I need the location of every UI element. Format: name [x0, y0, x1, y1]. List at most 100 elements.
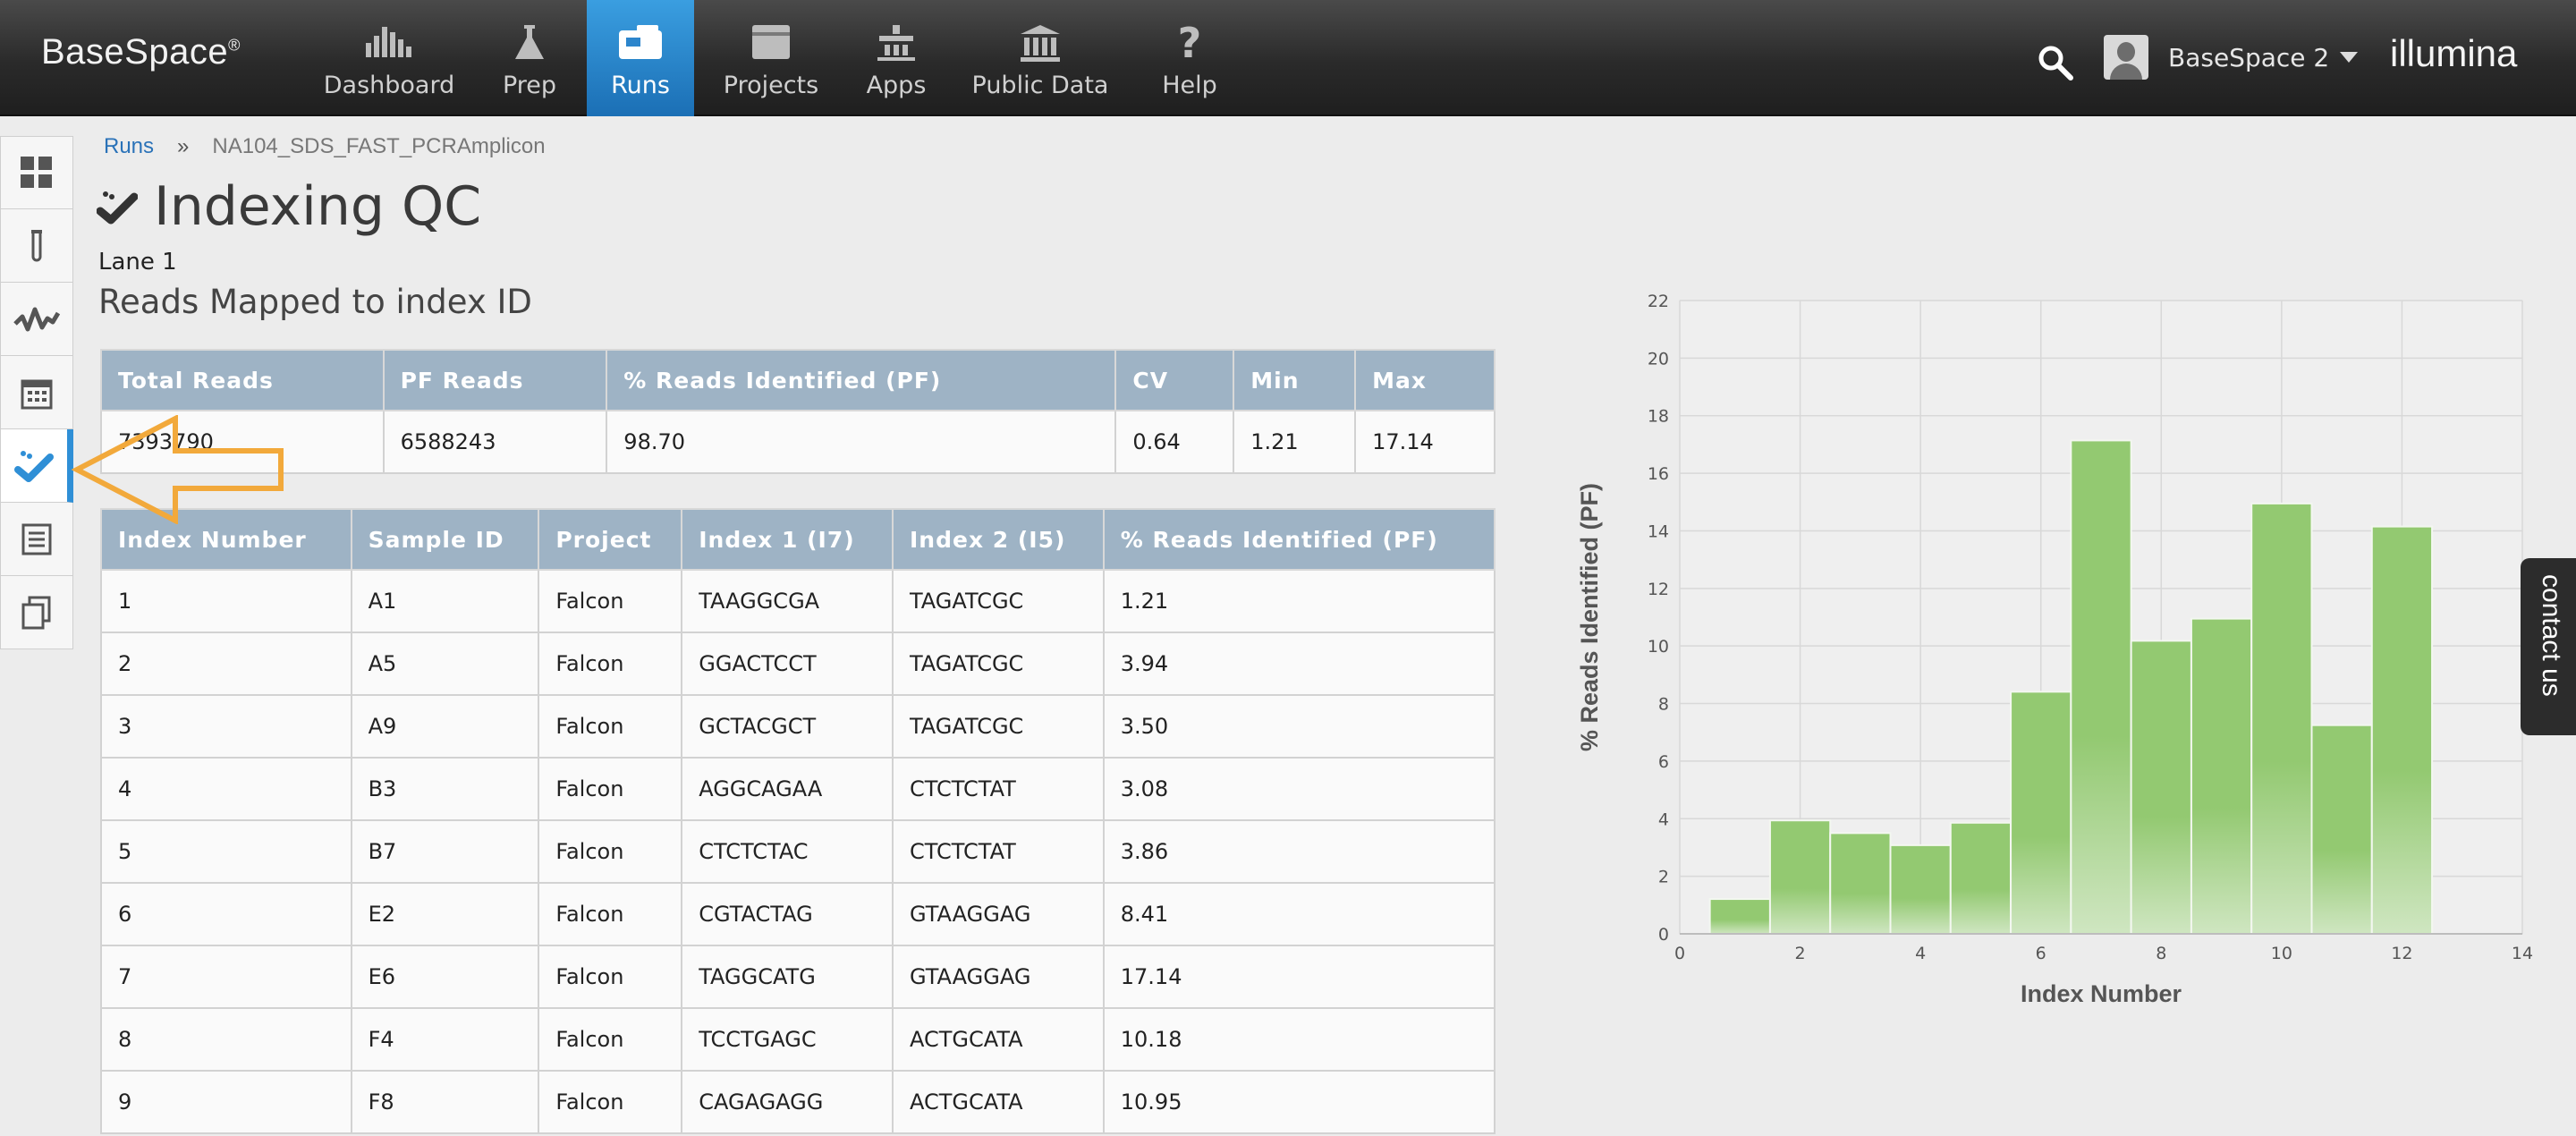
reads-identified-chart: 0 2 4 6 8 10 12 14 16 18 20 22 0 2 4 6 8 10 12 14 Index Numb… — [1576, 292, 2533, 1007]
table-cell: CTCTCTAT — [892, 819, 1105, 884]
column-header: Min — [1233, 349, 1357, 411]
column-header: Max — [1354, 349, 1496, 411]
nav-label: Public Data — [971, 72, 1109, 99]
building-icon — [1021, 25, 1060, 62]
column-header: % Reads Identified (PF) — [1102, 508, 1496, 571]
avatar — [2104, 35, 2148, 80]
table-cell: 1 — [100, 569, 352, 633]
table-cell: TAGATCGC — [892, 694, 1105, 759]
table-cell: 98.70 — [606, 410, 1117, 474]
y-tick-label: 10 — [1648, 637, 1669, 657]
table-cell: CTCTCTAC — [681, 819, 894, 884]
breadcrumb-runs-link[interactable]: Runs — [104, 134, 154, 158]
sidebar-item-charts[interactable] — [0, 283, 73, 356]
basespace-logo[interactable]: BaseSpace® — [41, 32, 241, 72]
nav-prep[interactable]: Prep — [483, 0, 576, 116]
sidebar-item-files[interactable] — [0, 576, 73, 649]
annotation-arrow — [71, 415, 284, 524]
left-sidebar — [0, 136, 73, 649]
table-row: 3 A9 Falcon GCTACGCT TAGATCGC 3.50 — [100, 694, 1496, 759]
table-cell: E6 — [350, 945, 540, 1009]
nav-label: Prep — [502, 72, 557, 99]
table-row: 6 E2 Falcon CGTACTAG GTAAGGAG 8.41 — [100, 882, 1496, 946]
user-menu[interactable]: BaseSpace 2 — [2104, 34, 2359, 81]
table-cell: 10.95 — [1102, 1070, 1496, 1134]
table-row: 8 F4 Falcon TCCTGAGC ACTGCATA 10.18 — [100, 1007, 1496, 1072]
table-cell: GTAAGGAG — [892, 882, 1105, 946]
table-cell: 1.21 — [1233, 410, 1357, 474]
search-icon[interactable] — [2036, 43, 2075, 82]
lane-label: Lane 1 — [98, 249, 177, 276]
nav-public-data[interactable]: Public Data — [966, 0, 1114, 116]
summary-header-row: Total Reads PF Reads% Reads Identified (P… — [100, 349, 1496, 411]
question-icon: ? — [1177, 19, 1202, 67]
table-cell: Falcon — [538, 945, 683, 1009]
chart-bar — [2070, 439, 2132, 936]
breadcrumb-separator: » — [177, 134, 190, 158]
table-cell: ACTGCATA — [892, 1070, 1105, 1134]
chart-bar — [1768, 819, 1832, 935]
table-cell: 5 — [100, 819, 352, 884]
table-cell: 2 — [100, 632, 352, 696]
table-cell: 17.14 — [1354, 410, 1496, 474]
chart-bar — [2370, 525, 2434, 935]
table-cell: TAGATCGC — [892, 569, 1105, 633]
table-cell: AGGCAGAA — [681, 757, 894, 821]
nav-dashboard[interactable]: Dashboard — [322, 0, 456, 116]
nav-label: Apps — [866, 72, 927, 99]
sidebar-item-summary[interactable] — [0, 136, 73, 209]
column-header: Index 2 (I5) — [892, 508, 1105, 571]
sidebar-item-metrics[interactable] — [0, 356, 73, 429]
chart-bar — [2190, 617, 2253, 935]
folder-icon — [752, 25, 790, 59]
table-cell: CGTACTAG — [681, 882, 894, 946]
table-cell: Falcon — [538, 569, 683, 633]
chevron-down-icon — [2340, 52, 2359, 63]
summary-row: 7393790 6588243 98.70 0.64 1.21 17.14 — [100, 410, 1496, 474]
table-row: 4 B3 Falcon AGGCAGAA CTCTCTAT 3.08 — [100, 757, 1496, 821]
x-tick-label: 6 — [2036, 944, 2046, 963]
sidebar-item-samples[interactable] — [0, 209, 73, 283]
y-tick-label: 20 — [1648, 349, 1669, 369]
column-header: Index 1 (I7) — [681, 508, 894, 571]
summary-table: Total Reads PF Reads% Reads Identified (P… — [100, 349, 1496, 474]
table-row: 2 A5 Falcon GGACTCCT TAGATCGC 3.94 — [100, 632, 1496, 696]
table-cell: A5 — [350, 632, 540, 696]
test-tube-icon — [31, 229, 42, 261]
sidebar-item-details[interactable] — [0, 503, 73, 576]
sidebar-item-indexing-qc[interactable] — [0, 429, 73, 503]
nav-label: Runs — [611, 72, 670, 99]
y-tick-label: 14 — [1648, 521, 1669, 541]
x-tick-label: 10 — [2271, 944, 2292, 963]
y-axis-label: % Reads Identified (PF) — [1576, 483, 1603, 751]
table-cell: Falcon — [538, 882, 683, 946]
chart-bar — [2250, 502, 2313, 936]
nav-projects[interactable]: Projects — [716, 0, 826, 116]
copy-icon — [21, 596, 51, 629]
top-navigation-bar: BaseSpace® Dashboard Prep Runs Projects … — [0, 0, 2576, 116]
table-cell: 10.18 — [1102, 1007, 1496, 1072]
y-tick-label: 18 — [1648, 407, 1669, 427]
chart-bar — [1889, 844, 1952, 936]
contact-us-tab[interactable]: contact us — [2521, 558, 2576, 735]
table-row: 9 F8 Falcon CAGAGAGG ACTGCATA 10.95 — [100, 1070, 1496, 1134]
waveform-icon — [13, 307, 60, 331]
grid-icon — [21, 157, 52, 188]
table-cell: 6588243 — [382, 410, 608, 474]
y-tick-label: 16 — [1648, 464, 1669, 484]
page-title: Indexing QC — [97, 175, 481, 238]
nav-help[interactable]: ? Help — [1145, 0, 1234, 116]
table-cell: 17.14 — [1102, 945, 1496, 1009]
table-cell: TAGGCATG — [681, 945, 894, 1009]
table-row: 1 A1 Falcon TAAGGCGA TAGATCGC 1.21 — [100, 569, 1496, 633]
table-cell: CAGAGAGG — [681, 1070, 894, 1134]
table-cell: A9 — [350, 694, 540, 759]
nav-apps[interactable]: Apps — [852, 0, 941, 116]
table-cell: 3.08 — [1102, 757, 1496, 821]
check-icon — [97, 191, 138, 225]
table-cell: TAAGGCGA — [681, 569, 894, 633]
nav-runs[interactable]: Runs — [587, 0, 694, 116]
x-tick-label: 2 — [1795, 944, 1806, 963]
x-tick-label: 4 — [1915, 944, 1926, 963]
table-cell: 8.41 — [1102, 882, 1496, 946]
